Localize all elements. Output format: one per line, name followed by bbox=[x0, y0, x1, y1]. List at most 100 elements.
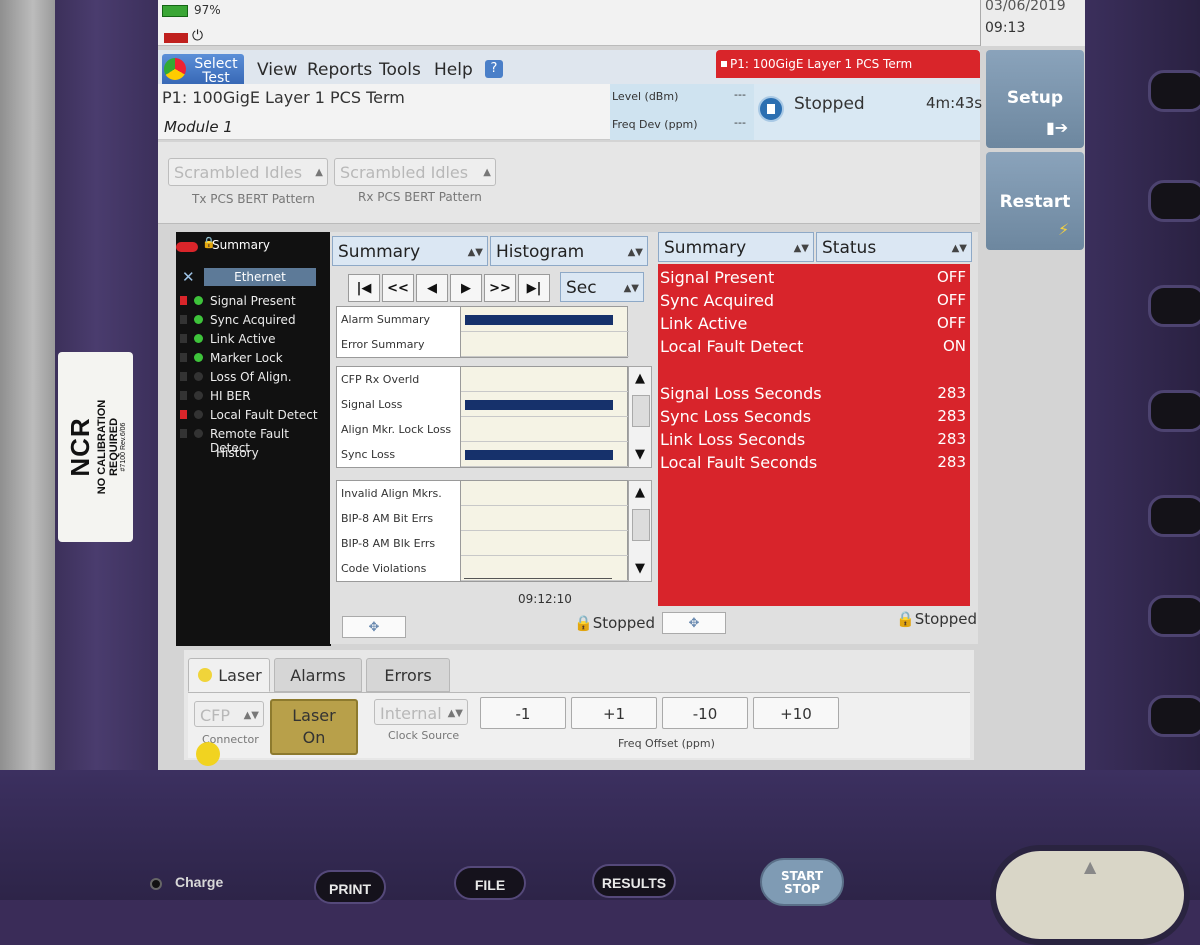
tree-item-history[interactable]: History bbox=[176, 444, 331, 463]
histogram-view-select[interactable]: Summary ▲▼ bbox=[332, 236, 488, 266]
histogram-row-label: Code Violations bbox=[337, 556, 461, 581]
hardware-soft-key-4[interactable] bbox=[1148, 390, 1200, 432]
stop-label: STOP bbox=[784, 882, 820, 896]
hardware-soft-key-3[interactable] bbox=[1148, 285, 1200, 327]
plug-icon: ⏻ bbox=[192, 28, 204, 44]
tree-group-ethernet[interactable]: ✕ Ethernet bbox=[176, 266, 331, 288]
tree-item-label: Link Active bbox=[210, 332, 276, 346]
time-unit-select[interactable]: Sec ▲▼ bbox=[560, 272, 644, 302]
tab-errors[interactable]: Errors bbox=[366, 658, 450, 692]
histogram-bar bbox=[465, 400, 613, 410]
print-button[interactable]: PRINT bbox=[314, 870, 386, 904]
module-name: Module 1 bbox=[164, 118, 233, 136]
histogram-row-label: Align Mkr. Lock Loss bbox=[337, 417, 461, 442]
scroll-down-icon[interactable]: ▼ bbox=[630, 559, 650, 579]
menu-help[interactable]: Help bbox=[434, 60, 473, 80]
histogram-row: Invalid Align Mkrs. bbox=[337, 481, 629, 506]
action-area: Laser Alarms Errors CFP ▲▼ Connector Lase… bbox=[184, 650, 974, 760]
last-icon[interactable]: ▶| bbox=[518, 274, 550, 302]
freq-minus-10-button[interactable]: -10 bbox=[662, 697, 748, 729]
status-type-select[interactable]: Status ▲▼ bbox=[816, 232, 972, 262]
histogram-row-label: BIP-8 AM Blk Errs bbox=[337, 531, 461, 556]
select-value: Internal bbox=[380, 704, 442, 723]
errors-scrollbar[interactable]: ▲ ▼ bbox=[628, 480, 652, 582]
hardware-soft-key-5[interactable] bbox=[1148, 495, 1200, 537]
chevron-updown-icon: ▲ bbox=[315, 167, 323, 178]
restart-button[interactable]: Restart ⚡ bbox=[986, 152, 1084, 250]
clock-source-select[interactable]: Internal ▲▼ bbox=[374, 699, 468, 725]
cursor-indicator bbox=[196, 742, 220, 766]
tree-item-marker-lock[interactable]: Marker Lock bbox=[176, 349, 331, 368]
hardware-soft-key-1[interactable] bbox=[1148, 70, 1200, 112]
tree-item-signal-present[interactable]: Signal Present bbox=[176, 292, 331, 311]
menu-reports[interactable]: Reports bbox=[307, 60, 372, 80]
rx-pattern-select[interactable]: Scrambled Idles ▲ bbox=[334, 158, 496, 186]
tree-item-hi-ber[interactable]: HI BER bbox=[176, 387, 331, 406]
status-key: Link Loss Seconds bbox=[660, 430, 806, 449]
help-icon[interactable]: ? bbox=[485, 60, 503, 78]
hardware-soft-key-2[interactable] bbox=[1148, 180, 1200, 222]
histogram-row: Error Summary bbox=[337, 332, 629, 357]
select-value: Histogram bbox=[496, 242, 585, 262]
hardware-soft-key-6[interactable] bbox=[1148, 595, 1200, 637]
freq-plus-1-button[interactable]: +1 bbox=[571, 697, 657, 729]
tree-item-link-active[interactable]: Link Active bbox=[176, 330, 331, 349]
device-bezel-right bbox=[1085, 0, 1200, 900]
status-value: ON bbox=[942, 337, 966, 355]
navigation-pad[interactable]: ▲ bbox=[990, 845, 1190, 945]
expand-icon[interactable]: ✥ bbox=[342, 616, 406, 638]
menu-tools[interactable]: Tools bbox=[379, 60, 421, 80]
expand-icon[interactable]: ✥ bbox=[662, 612, 726, 634]
led-icon bbox=[194, 334, 203, 343]
rx-pattern-caption: Rx PCS BERT Pattern bbox=[358, 190, 482, 204]
scroll-down-icon[interactable]: ▼ bbox=[630, 445, 650, 465]
prev-icon[interactable]: ◀ bbox=[416, 274, 448, 302]
connector-select[interactable]: CFP ▲▼ bbox=[194, 701, 264, 727]
tree-item-summary[interactable]: Summary bbox=[212, 238, 270, 252]
menu-view[interactable]: View bbox=[257, 60, 297, 80]
tree-item-loss-of-align[interactable]: Loss Of Align. bbox=[176, 368, 331, 387]
scroll-thumb[interactable] bbox=[632, 395, 650, 427]
start-stop-button[interactable]: START STOP bbox=[760, 858, 844, 906]
scroll-up-icon[interactable]: ▲ bbox=[630, 483, 650, 503]
select-value: CFP bbox=[200, 706, 231, 725]
ethernet-label: Ethernet bbox=[204, 268, 316, 286]
status-row: Local Fault Detect ON bbox=[658, 337, 970, 360]
results-button[interactable]: RESULTS bbox=[592, 864, 676, 898]
level-value: --- bbox=[734, 88, 746, 101]
histogram-type-select[interactable]: Histogram ▲▼ bbox=[490, 236, 648, 266]
clock-source-caption: Clock Source bbox=[388, 729, 460, 742]
histogram-group-errors: Invalid Align Mkrs. BIP-8 AM Bit Errs BIP-… bbox=[336, 480, 629, 582]
alarms-scrollbar[interactable]: ▲ ▼ bbox=[628, 366, 652, 468]
tree-item-remote-fault[interactable]: Remote Fault Detect bbox=[176, 425, 331, 455]
status-value: OFF bbox=[936, 268, 966, 286]
laser-button-line2: On bbox=[302, 728, 326, 747]
laser-on-button[interactable]: Laser On bbox=[270, 699, 358, 755]
port-tab[interactable]: P1: 100GigE Layer 1 PCS Term bbox=[716, 50, 980, 78]
tree-item-sync-acquired[interactable]: Sync Acquired bbox=[176, 311, 331, 330]
stop-icon bbox=[758, 96, 784, 122]
freq-plus-10-button[interactable]: +10 bbox=[753, 697, 839, 729]
histogram-row: BIP-8 AM Blk Errs bbox=[337, 531, 629, 556]
histogram-row: Signal Loss bbox=[337, 392, 629, 417]
status-view-select[interactable]: Summary ▲▼ bbox=[658, 232, 814, 262]
hardware-soft-key-7[interactable] bbox=[1148, 695, 1200, 737]
test-info-bar: P1: 100GigE Layer 1 PCS Term Module 1 Le… bbox=[158, 84, 982, 140]
fast-forward-icon[interactable]: >> bbox=[484, 274, 516, 302]
setup-button[interactable]: Setup ▮➔ bbox=[986, 50, 1084, 148]
flag-icon bbox=[180, 334, 187, 343]
tab-alarms[interactable]: Alarms bbox=[274, 658, 362, 692]
chevron-updown-icon: ▲▼ bbox=[623, 283, 639, 294]
scroll-up-icon[interactable]: ▲ bbox=[630, 369, 650, 389]
rewind-icon[interactable]: << bbox=[382, 274, 414, 302]
tree-item-local-fault[interactable]: Local Fault Detect bbox=[176, 406, 331, 425]
tx-pattern-select[interactable]: Scrambled Idles ▲ bbox=[168, 158, 328, 186]
collapse-icon[interactable]: ✕ bbox=[182, 268, 198, 286]
first-icon[interactable]: |◀ bbox=[348, 274, 380, 302]
freq-minus-1-button[interactable]: -1 bbox=[480, 697, 566, 729]
time-axis bbox=[464, 578, 612, 586]
file-button[interactable]: FILE bbox=[454, 866, 526, 900]
scroll-thumb[interactable] bbox=[632, 509, 650, 541]
next-icon[interactable]: ▶ bbox=[450, 274, 482, 302]
status-key: Signal Present bbox=[660, 268, 775, 287]
